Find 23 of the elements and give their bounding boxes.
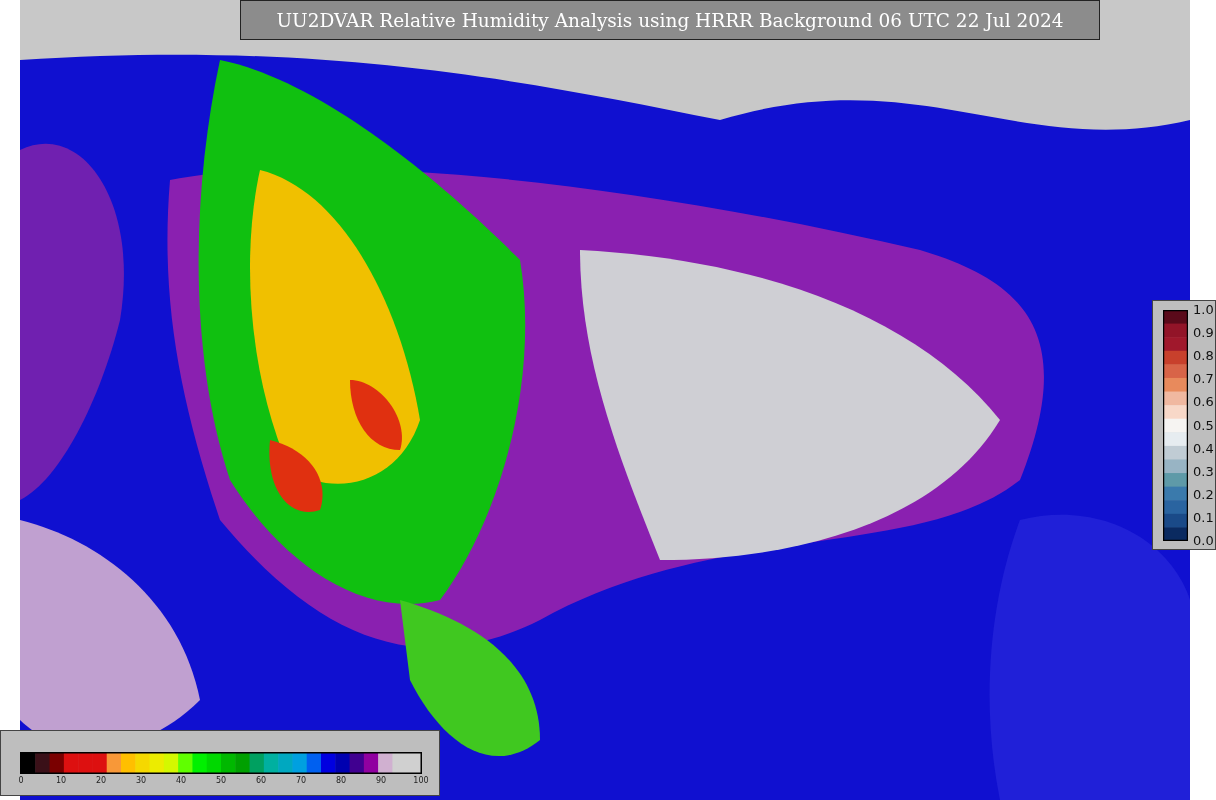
tick-label: 100 <box>413 776 429 786</box>
tick-label: 0.9 <box>1193 326 1214 341</box>
tick-label: 70 <box>295 776 307 786</box>
tick-label: 0.1 <box>1193 510 1214 525</box>
tick-label: 20 <box>95 776 107 786</box>
tick-label: 30 <box>135 776 147 786</box>
tick-label: 0.4 <box>1193 441 1214 456</box>
tick-label: 0.0 <box>1193 534 1214 548</box>
map-title: UU2DVAR Relative Humidity Analysis using HRRR Background 06 UTC 22 Jul 2024 <box>240 0 1100 40</box>
tick-label: 80 <box>335 776 347 786</box>
tick-label: 40 <box>175 776 187 786</box>
tick-label: 0.3 <box>1193 464 1214 479</box>
tick-label: 0.2 <box>1193 487 1214 502</box>
tick-label: 0.5 <box>1193 418 1214 433</box>
tick-label: 10 <box>55 776 67 786</box>
tick-label: 0.8 <box>1193 349 1214 364</box>
tick-label: 50 <box>215 776 227 786</box>
tick-label: 0 <box>18 776 24 786</box>
tick-label: 60 <box>255 776 267 786</box>
tick-label: 1.0 <box>1193 303 1214 317</box>
tick-label: 0.7 <box>1193 372 1214 387</box>
tick-label: 90 <box>375 776 387 786</box>
tick-label: 0.6 <box>1193 395 1214 410</box>
